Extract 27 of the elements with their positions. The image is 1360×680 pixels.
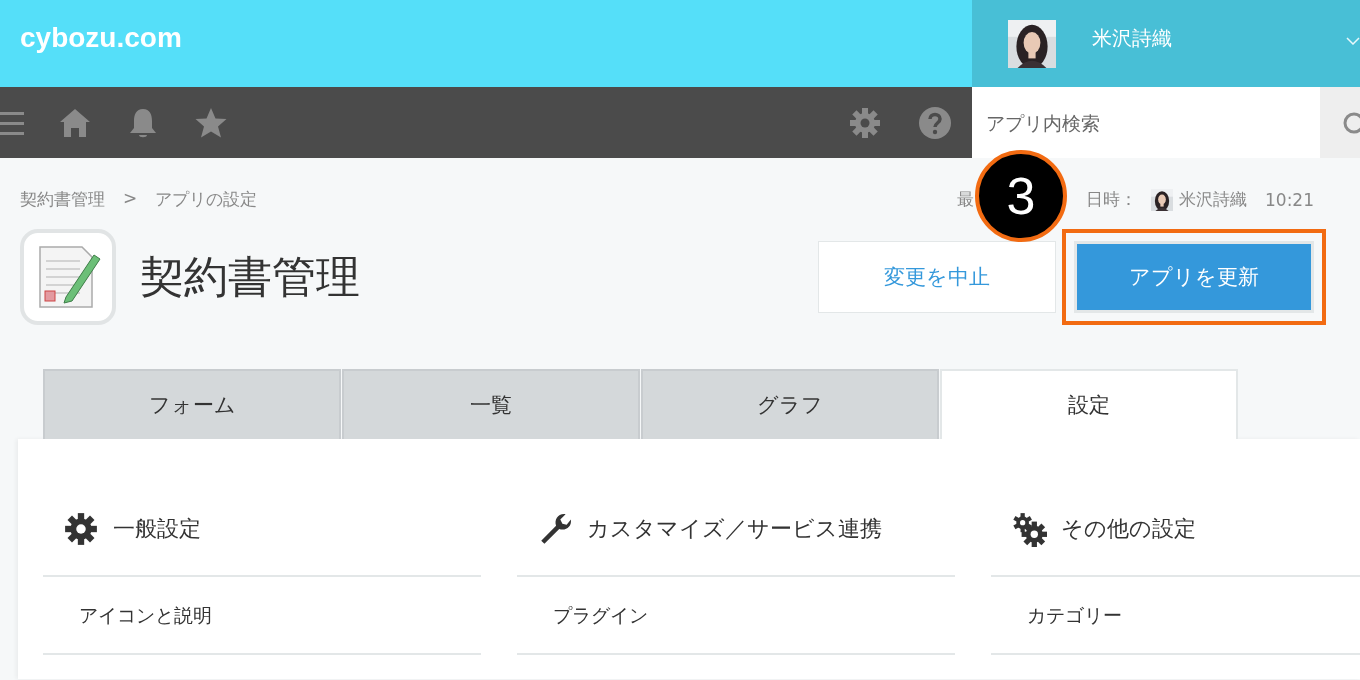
updated-time: 10:21	[1265, 189, 1314, 210]
gear-icon	[63, 511, 99, 547]
app-title: 契約書管理	[140, 249, 360, 304]
step-number-badge: 3	[975, 150, 1067, 242]
chevron-down-icon	[1346, 36, 1360, 45]
settings-link[interactable]: アイコンと説明	[43, 577, 481, 655]
updated-label: 最	[957, 188, 974, 211]
section-title: その他の設定	[1061, 515, 1196, 543]
search-button[interactable]	[1320, 87, 1360, 158]
help-icon[interactable]	[918, 105, 952, 140]
settings-icon[interactable]	[848, 105, 882, 140]
tab[interactable]: 一覧	[342, 369, 640, 439]
updated-label: 日時：	[1086, 188, 1137, 211]
breadcrumb-item[interactable]: 契約書管理	[20, 188, 105, 211]
tab[interactable]: フォーム	[43, 369, 341, 439]
document-pencil-icon	[20, 229, 116, 325]
settings-link[interactable]: カテゴリー	[991, 577, 1360, 655]
user-name: 米沢詩織	[1092, 25, 1172, 52]
gears-icon	[1011, 511, 1047, 547]
breadcrumb-separator: >	[123, 188, 138, 210]
section-title: 一般設定	[113, 515, 201, 543]
section-title: カスタマイズ／サービス連携	[587, 515, 882, 543]
tab[interactable]: グラフ	[641, 369, 939, 439]
search-field[interactable]: アプリ内検索	[972, 87, 1320, 158]
settings-link[interactable]: プラグイン	[517, 577, 955, 655]
tab[interactable]: 設定	[940, 369, 1238, 439]
updated-user: 米沢詩織	[1179, 188, 1247, 211]
